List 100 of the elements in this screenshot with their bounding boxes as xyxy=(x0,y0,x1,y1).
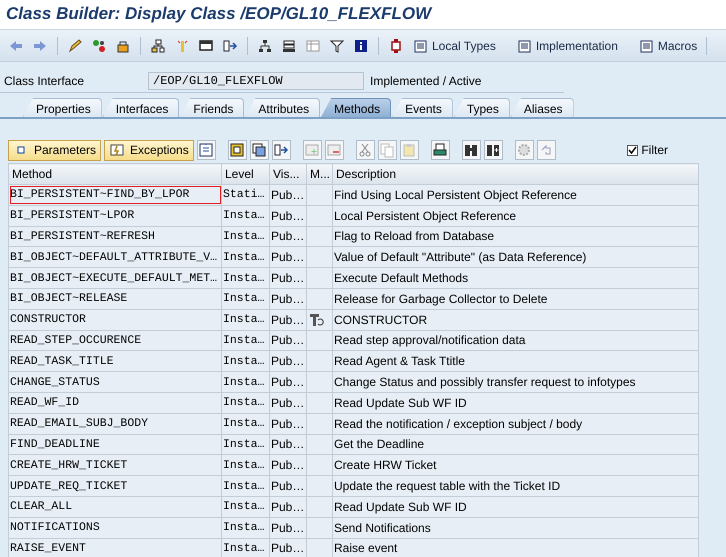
pencil-icon xyxy=(67,38,83,54)
table-cell: Insta… xyxy=(222,205,270,226)
table-cell: Update the request table with the Ticket ID xyxy=(332,476,698,496)
toolbar-button[interactable] xyxy=(196,140,216,160)
toolbar-button[interactable]: Implementation xyxy=(514,36,620,56)
window-title: Class Builder: Display Class /EOP/GL10_FLEXFLOW xyxy=(6,4,434,24)
method-cell[interactable]: CLEAR_ALL xyxy=(8,496,222,518)
table-cell: Get the Deadline xyxy=(332,434,698,455)
table-cell: Create HRW Ticket xyxy=(332,454,698,476)
clipboard-icon xyxy=(401,142,418,158)
table-cell: Insta… xyxy=(222,454,270,476)
hammer-icon xyxy=(308,312,324,328)
table-cell: Pub… xyxy=(270,476,306,496)
table-cell: Insta… xyxy=(222,434,270,455)
table-cell: Insta… xyxy=(222,246,270,268)
method-cell[interactable]: BI_PERSISTENT~FIND_BY_LPOR xyxy=(8,184,222,206)
window-icon xyxy=(198,38,214,54)
method-cell[interactable]: RAISE_EVENT xyxy=(8,538,222,557)
table-cell: Pub… xyxy=(270,226,306,247)
table-cell: Release for Garbage Collector to Delete xyxy=(332,288,698,310)
filter-icon xyxy=(329,38,345,54)
method-cell[interactable]: FIND_DEADLINE xyxy=(8,434,222,455)
method-cell[interactable]: BI_OBJECT~EXECUTE_DEFAULT_MET… xyxy=(8,268,222,288)
split-arrow-icon xyxy=(273,142,290,158)
table-cell: Pub… xyxy=(270,268,306,288)
table-cell: Pub… xyxy=(270,350,306,372)
stack-icon xyxy=(281,38,297,54)
windows-icon xyxy=(251,142,268,158)
tab[interactable]: Events xyxy=(392,98,453,117)
table-cell: Pub… xyxy=(270,496,306,518)
table-cell: Pub… xyxy=(270,309,306,330)
method-cell[interactable]: BI_PERSISTENT~REFRESH xyxy=(8,226,222,247)
tab[interactable]: Attributes xyxy=(245,98,320,117)
table-cell: Pub… xyxy=(270,413,306,434)
parameters-button[interactable]: Parameters xyxy=(8,140,102,160)
method-cell[interactable]: BI_OBJECT~RELEASE xyxy=(8,288,222,310)
table-cell: Pub… xyxy=(270,330,306,351)
info-icon xyxy=(353,38,369,54)
table-cell: Insta… xyxy=(222,392,270,414)
binoculars-icon xyxy=(463,142,480,158)
column-header[interactable]: Vis... xyxy=(270,164,306,184)
filter-label: Filter xyxy=(641,143,668,157)
toolbar-button[interactable]: Local Types xyxy=(410,36,498,56)
table-cell: Pub… xyxy=(270,434,306,455)
table-cell: Insta… xyxy=(222,476,270,496)
table-cell: Read Update Sub WF ID xyxy=(332,496,698,518)
tree-icon xyxy=(257,38,273,54)
toolbar-button[interactable] xyxy=(228,140,247,160)
table-cell: Pub… xyxy=(270,246,306,268)
method-cell[interactable]: NOTIFICATIONS xyxy=(8,517,222,538)
method-cell[interactable]: BI_PERSISTENT~LPOR xyxy=(8,205,222,226)
filter-checkbox[interactable] xyxy=(627,144,638,156)
table-cell: Pub… xyxy=(270,538,306,557)
printer-icon xyxy=(432,142,448,158)
tab[interactable]: Interfaces xyxy=(102,98,180,117)
method-cell[interactable]: READ_STEP_OCCURENCE xyxy=(8,330,222,351)
method-cell[interactable]: CREATE_HRW_TICKET xyxy=(8,454,222,476)
toolbar-button[interactable] xyxy=(250,140,269,160)
lightning-icon xyxy=(109,142,126,158)
status-text: Implemented / Active xyxy=(370,74,482,88)
toolbar-button[interactable] xyxy=(462,140,481,160)
table-cell: Stati… xyxy=(222,184,270,206)
column-header[interactable]: M... xyxy=(306,164,332,184)
table-cell: Insta… xyxy=(222,517,270,538)
method-cell[interactable]: READ_WF_ID xyxy=(8,392,222,414)
table-cell: Pub… xyxy=(270,454,306,476)
table-cell: Insta… xyxy=(222,309,270,330)
toolbar-button[interactable] xyxy=(272,140,291,160)
table-cell: Read Update Sub WF ID xyxy=(332,392,698,414)
field-label: Class Interface xyxy=(4,74,86,88)
tab[interactable]: Aliases xyxy=(510,98,574,117)
column-header[interactable]: Level xyxy=(222,164,270,184)
document-icon xyxy=(516,38,532,54)
table-cell: Pub… xyxy=(270,372,306,392)
tab[interactable]: Methods xyxy=(321,98,392,117)
method-cell[interactable]: READ_EMAIL_SUBJ_BODY xyxy=(8,413,222,434)
tab[interactable]: Properties xyxy=(23,98,102,117)
table-cell: Local Persistent Object Reference xyxy=(332,205,698,226)
class-name-field[interactable]: /EOP/GL10_FLEXFLOW xyxy=(148,72,364,90)
exceptions-button[interactable]: Exceptions xyxy=(104,140,194,160)
table-cell: Value of Default "Attribute" (as Data Reference) xyxy=(332,246,698,268)
method-cell[interactable]: CONSTRUCTOR xyxy=(8,309,222,330)
table-cell: Send Notifications xyxy=(332,517,698,538)
tab[interactable]: Types xyxy=(454,98,510,117)
table-cell: Insta… xyxy=(222,372,270,392)
split-arrow-icon xyxy=(222,38,238,54)
toolbar-button[interactable]: Macros xyxy=(636,36,700,56)
method-cell[interactable]: READ_TASK_TITLE xyxy=(8,350,222,372)
method-cell[interactable]: UPDATE_REQ_TICKET xyxy=(8,476,222,496)
table-cell: Raise event xyxy=(332,538,698,557)
tab[interactable]: Friends xyxy=(180,98,244,117)
toolbar-button[interactable] xyxy=(484,140,503,160)
circles-icon xyxy=(91,38,107,54)
table-cell: Read Agent & Task Ttitle xyxy=(332,350,698,372)
toolbar-button[interactable] xyxy=(430,140,450,160)
table-cell: Insta… xyxy=(222,330,270,351)
column-header[interactable]: Method xyxy=(8,164,222,184)
method-cell[interactable]: CHANGE_STATUS xyxy=(8,372,222,392)
method-cell[interactable]: BI_OBJECT~DEFAULT_ATTRIBUTE_V… xyxy=(8,246,222,268)
column-header[interactable]: Description xyxy=(332,164,698,184)
